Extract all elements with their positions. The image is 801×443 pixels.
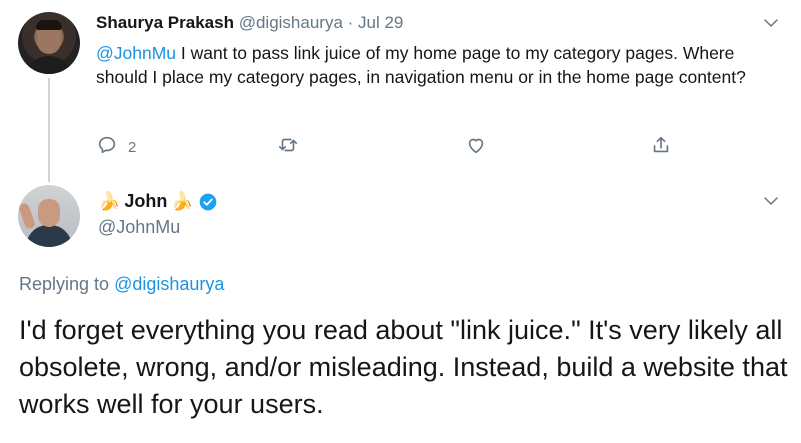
avatar-shirt: [24, 56, 74, 74]
avatar-face: [38, 199, 60, 227]
avatar-shirt: [26, 225, 72, 247]
banana-emoji: 🍌: [171, 191, 194, 211]
reply-button[interactable]: 2: [96, 134, 136, 160]
author-avatar[interactable]: [18, 12, 80, 74]
reply-count: 2: [128, 138, 137, 156]
tweet-body: I want to pass link juice of my home pag…: [96, 43, 746, 87]
reply-author-name-row[interactable]: 🍌 John 🍌: [98, 191, 218, 212]
like-button[interactable]: [465, 134, 487, 160]
avatar-arm: [18, 202, 37, 230]
replying-to-line: Replying to @digishaurya: [19, 274, 224, 295]
chevron-down-icon[interactable]: [762, 14, 780, 37]
mention-link[interactable]: @JohnMu: [96, 43, 176, 63]
chevron-down-icon[interactable]: [762, 192, 780, 215]
header-separator: ·: [342, 13, 359, 32]
tweet-actions: 2: [96, 134, 696, 160]
share-icon: [650, 134, 672, 160]
banana-emoji: 🍌: [98, 191, 121, 211]
author-avatar[interactable]: [18, 185, 80, 247]
tweet-date[interactable]: Jul 29: [358, 13, 403, 32]
share-button[interactable]: [650, 134, 672, 160]
author-name[interactable]: John: [124, 191, 167, 212]
author-handle[interactable]: @digishaurya: [239, 13, 343, 32]
thread-connector-line: [48, 78, 50, 182]
reply-icon: [96, 134, 118, 160]
retweet-icon: [277, 134, 299, 160]
author-handle[interactable]: @JohnMu: [98, 217, 180, 238]
author-name[interactable]: Shaurya Prakash: [96, 13, 234, 32]
reply-tweet-text: I'd forget everything you read about "li…: [19, 315, 788, 419]
replying-to-link[interactable]: @digishaurya: [114, 274, 224, 294]
replying-prefix: Replying to: [19, 274, 115, 294]
heart-icon: [465, 134, 487, 160]
avatar-hair: [36, 20, 62, 30]
retweet-button[interactable]: [277, 134, 299, 160]
tweet-header: Shaurya Prakash @digishaurya · Jul 29: [96, 13, 403, 33]
tweet-text: @JohnMu I want to pass link juice of my …: [96, 41, 776, 89]
verified-badge-icon: [198, 192, 218, 212]
